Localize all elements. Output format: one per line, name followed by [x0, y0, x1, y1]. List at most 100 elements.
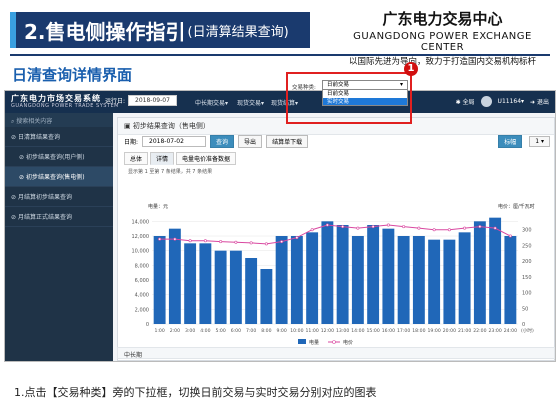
bar [153, 236, 166, 324]
settings-button[interactable]: ✱ 全局 [456, 97, 475, 106]
y-tick-label: 8,000 [135, 263, 149, 269]
date-label: 日期: [124, 138, 139, 146]
price-point [234, 240, 238, 244]
price-point [371, 225, 375, 229]
price-point [203, 239, 207, 243]
header-divider [10, 54, 550, 56]
y-tick-label: 10,000 [132, 249, 150, 255]
bar [214, 250, 227, 324]
price-point [280, 240, 284, 244]
nav-item-medium-long-term[interactable]: 中长期交易▾ [195, 98, 228, 107]
price-point [249, 241, 253, 245]
sidebar-item-daily-settlement[interactable]: ⊘ 日清算结果查询 [5, 127, 113, 147]
app-topbar: 广东电力市场交易系统 GUANGDONG POWER TRADE SYSTEM … [5, 91, 555, 113]
page-select[interactable]: 1 ▾ [529, 135, 550, 147]
logout-button[interactable]: ➜ 退出 [530, 97, 549, 106]
bar [260, 269, 273, 324]
bar [397, 236, 410, 324]
x-tick-label: 24:00 [504, 328, 517, 334]
price-point [295, 236, 299, 240]
sidebar-search[interactable]: ⌕ 搜索相关内容 [5, 113, 113, 127]
company-slogan: 以国际先进为导向，致力于打造国内交易机构标杆 [348, 57, 536, 67]
bar [229, 250, 242, 324]
download-button[interactable]: 结算单下载 [266, 134, 309, 148]
bar [184, 243, 197, 324]
y2-tick-label: 250 [522, 243, 532, 249]
y2-tick-label: 100 [522, 291, 532, 297]
price-point [493, 226, 497, 230]
trade-type-select[interactable]: 日前交易 ▾ [322, 80, 408, 90]
y-tick-label: 0 [146, 322, 149, 328]
x-tick-label: 12:00 [321, 328, 334, 334]
price-point [417, 226, 421, 230]
trade-type-option-dayahead[interactable]: 日前交易 [322, 90, 408, 98]
date-field[interactable]: 2018-07-02 [142, 135, 207, 147]
y-tick-label: 14,000 [132, 219, 150, 225]
price-point [310, 228, 314, 232]
tab-detail[interactable]: 详情 [150, 152, 175, 165]
chevron-down-icon[interactable]: ▾ [397, 81, 406, 89]
bar [412, 236, 425, 324]
sidebar-item-prelim-seller[interactable]: ⊘ 初步结果查询(售电侧) [5, 167, 113, 187]
title-bar: 2.售电侧操作指引 (日清算结果查询) [10, 12, 310, 48]
legend-label-energy: 电量 [309, 339, 319, 346]
x-tick-label: 2:00 [170, 328, 180, 334]
y2-tick-label: 150 [522, 275, 532, 281]
price-point [219, 240, 223, 244]
x-tick-label: 4:00 [200, 328, 210, 334]
bar [336, 225, 349, 324]
x-tick-label: 18:00 [412, 328, 425, 334]
price-point [463, 226, 467, 230]
tabs: 总体 详情 电量电价准备数据 [124, 152, 237, 165]
tab-overall[interactable]: 总体 [124, 152, 149, 165]
x-tick-label: 1:00 [154, 328, 164, 334]
price-point [173, 237, 177, 241]
legend-line-marker [332, 340, 336, 344]
unit-button[interactable]: 标幅 [498, 134, 523, 148]
price-point [478, 225, 482, 229]
y2-tick-label: 0 [522, 322, 525, 328]
bar [473, 221, 486, 324]
sidebar: ⌕ 搜索相关内容 ⊘ 日清算结果查询 ⊘ 初步结果查询(用户侧) ⊘ 初步结果查… [5, 113, 113, 361]
y-tick-label: 6,000 [135, 278, 149, 284]
y2-tick-label: 200 [522, 259, 532, 265]
chart: 0 2,000 4,000 6,000 8,000 10,000 12,000 14,000 0… [132, 203, 535, 346]
price-point [508, 234, 512, 238]
x-tick-label: 8:00 [261, 328, 271, 334]
x-tick-label: 5:00 [215, 328, 225, 334]
price-point [432, 228, 436, 232]
user-menu[interactable]: U11164▾ [498, 98, 525, 105]
x-tick-label: 6:00 [231, 328, 241, 334]
x-tick-label: 7:00 [246, 328, 256, 334]
y2-tick-label: 300 [522, 228, 532, 234]
price-point [447, 228, 451, 232]
filter-row: 日期: 2018-07-02 查询 导出 结算单下载 标幅 1 ▾ [124, 134, 550, 148]
sidebar-item-monthly-final[interactable]: ⊘ 月结算正式结果查询 [5, 207, 113, 227]
price-point [264, 242, 268, 246]
trade-type-option-realtime[interactable]: 实时交易 [322, 98, 408, 106]
tab-price-data[interactable]: 电量电价准备数据 [176, 152, 237, 165]
query-button[interactable]: 查询 [210, 134, 235, 148]
sidebar-item-prelim-user[interactable]: ⊘ 初步结果查询(用户侧) [5, 147, 113, 167]
company-name-cn: 广东电力交易中心 [382, 10, 503, 28]
avatar[interactable] [480, 96, 492, 107]
slide-caption: 1.点击【交易种类】旁的下拉框，切换日前交易与实时交易分别对应的图表 [14, 386, 377, 399]
x-tick-label: 22:00 [473, 328, 486, 334]
op-day-select[interactable]: 2018-09-07 [128, 95, 177, 106]
export-button[interactable]: 导出 [238, 134, 263, 148]
op-day: 运行日: 2018-09-07 [105, 95, 177, 106]
price-line [159, 224, 511, 245]
bar [489, 217, 502, 324]
app-screenshot: 广东电力市场交易系统 GUANGDONG POWER TRADE SYSTEM … [4, 90, 556, 362]
x-tick-label: 21:00 [458, 328, 471, 334]
slide-header: 2.售电侧操作指引 (日清算结果查询) 广东电力交易中心 GUANGDONG P… [0, 0, 560, 67]
x-tick-label: 15:00 [367, 328, 380, 334]
x-tick-label: 16:00 [382, 328, 395, 334]
app-logo-en: GUANGDONG POWER TRADE SYSTEM [11, 103, 119, 109]
top-right-controls: ✱ 全局 U11164▾ ➜ 退出 [456, 96, 549, 107]
sidebar-item-monthly-prelim[interactable]: ⊘ 月结算初步结果查询 [5, 187, 113, 207]
x-tick-label: 11:00 [306, 328, 319, 334]
y2-axis-label: 电价：厘/千瓦时 [498, 203, 535, 210]
nav-item-spot-trade[interactable]: 现货交易▾ [237, 98, 264, 107]
y-tick-label: 12,000 [132, 234, 150, 240]
